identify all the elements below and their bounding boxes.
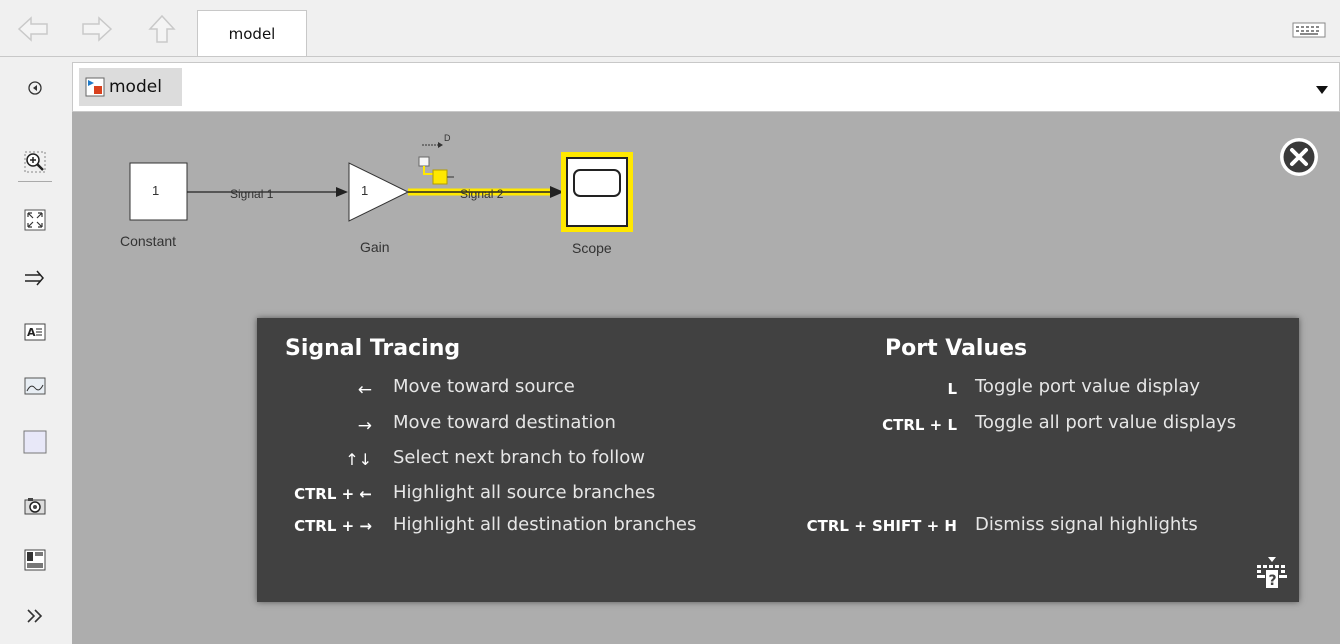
left-palette: A [0, 57, 72, 644]
image-icon[interactable] [22, 373, 48, 399]
zoom-icon[interactable] [22, 149, 48, 175]
shortcut-key-ctrl-left: CTRL + ← [294, 485, 372, 503]
up-arrow-icon[interactable] [145, 14, 179, 44]
hide-browser-icon[interactable] [22, 75, 48, 101]
scope-label: Scope [572, 240, 612, 256]
shortcut-desc-next-branch: Select next branch to follow [393, 447, 646, 468]
shortcut-key-l: L [947, 380, 957, 398]
signal-lines-icon[interactable] [22, 265, 48, 291]
model-icon [85, 77, 105, 97]
keyboard-icon[interactable] [1292, 22, 1326, 42]
chevron-down-icon[interactable] [1315, 80, 1329, 99]
top-toolbar: model [0, 0, 1340, 57]
shortcuts-overlay: Signal Tracing Port Values ← Move toward… [257, 318, 1299, 602]
constant-label: Constant [120, 233, 177, 249]
shortcut-desc-dismiss-highlights: Dismiss signal highlights [975, 514, 1198, 535]
close-icon[interactable] [1278, 136, 1320, 178]
tab-model[interactable]: model [197, 10, 307, 56]
camera-icon[interactable] [22, 493, 48, 519]
port-value-source [418, 156, 430, 167]
svg-text:A: A [27, 326, 36, 339]
keyboard-help-icon[interactable]: ? [1255, 556, 1289, 594]
tab-label: model [228, 24, 276, 43]
signal-2-label: Signal 2 [460, 187, 504, 201]
shortcut-key-right-arrow: → [357, 416, 372, 436]
annotation-icon[interactable]: A [22, 319, 48, 345]
svg-text:?: ? [1269, 573, 1277, 589]
forward-arrow-icon[interactable] [80, 14, 114, 44]
port-value-arrow [438, 142, 443, 148]
shortcut-desc-move-destination: Move toward destination [393, 412, 616, 433]
shortcut-key-left-arrow: ← [357, 380, 372, 400]
report-icon[interactable] [22, 547, 48, 573]
fit-view-icon[interactable] [22, 207, 48, 233]
port-value-display[interactable] [432, 169, 448, 185]
address-bar[interactable]: model [72, 62, 1340, 112]
gain-block[interactable] [348, 162, 410, 222]
breadcrumb[interactable]: model [79, 68, 182, 106]
shortcut-key-up-down: ↑↓ [345, 450, 372, 469]
shortcut-key-ctrl-shift-h: CTRL + SHIFT + H [806, 517, 957, 535]
breadcrumb-label: model [109, 77, 162, 97]
signal-1-arrowhead [336, 187, 348, 197]
signal-tracing-title: Signal Tracing [285, 336, 461, 361]
shortcut-desc-toggle-all-ports: Toggle all port value displays [975, 412, 1237, 433]
port-value-tag: D [444, 133, 451, 143]
gain-label: Gain [360, 239, 390, 255]
gain-value: 1 [361, 183, 369, 198]
constant-value: 1 [152, 183, 160, 198]
signal-1-label: Signal 1 [230, 187, 274, 201]
back-arrow-icon[interactable] [16, 14, 50, 44]
shortcut-desc-source-branches: Highlight all source branches [393, 482, 656, 503]
port-values-title: Port Values [885, 336, 1028, 361]
shortcut-desc-move-source: Move toward source [393, 376, 575, 397]
more-icon[interactable] [22, 603, 48, 629]
shortcut-desc-toggle-port: Toggle port value display [975, 376, 1201, 397]
palette-separator [18, 181, 52, 182]
shortcut-key-ctrl-l: CTRL + L [882, 416, 957, 434]
shortcut-desc-destination-branches: Highlight all destination branches [393, 514, 697, 535]
shortcut-key-ctrl-right: CTRL + → [294, 517, 372, 535]
scope-screen-icon [573, 169, 621, 197]
area-icon[interactable] [22, 429, 48, 455]
